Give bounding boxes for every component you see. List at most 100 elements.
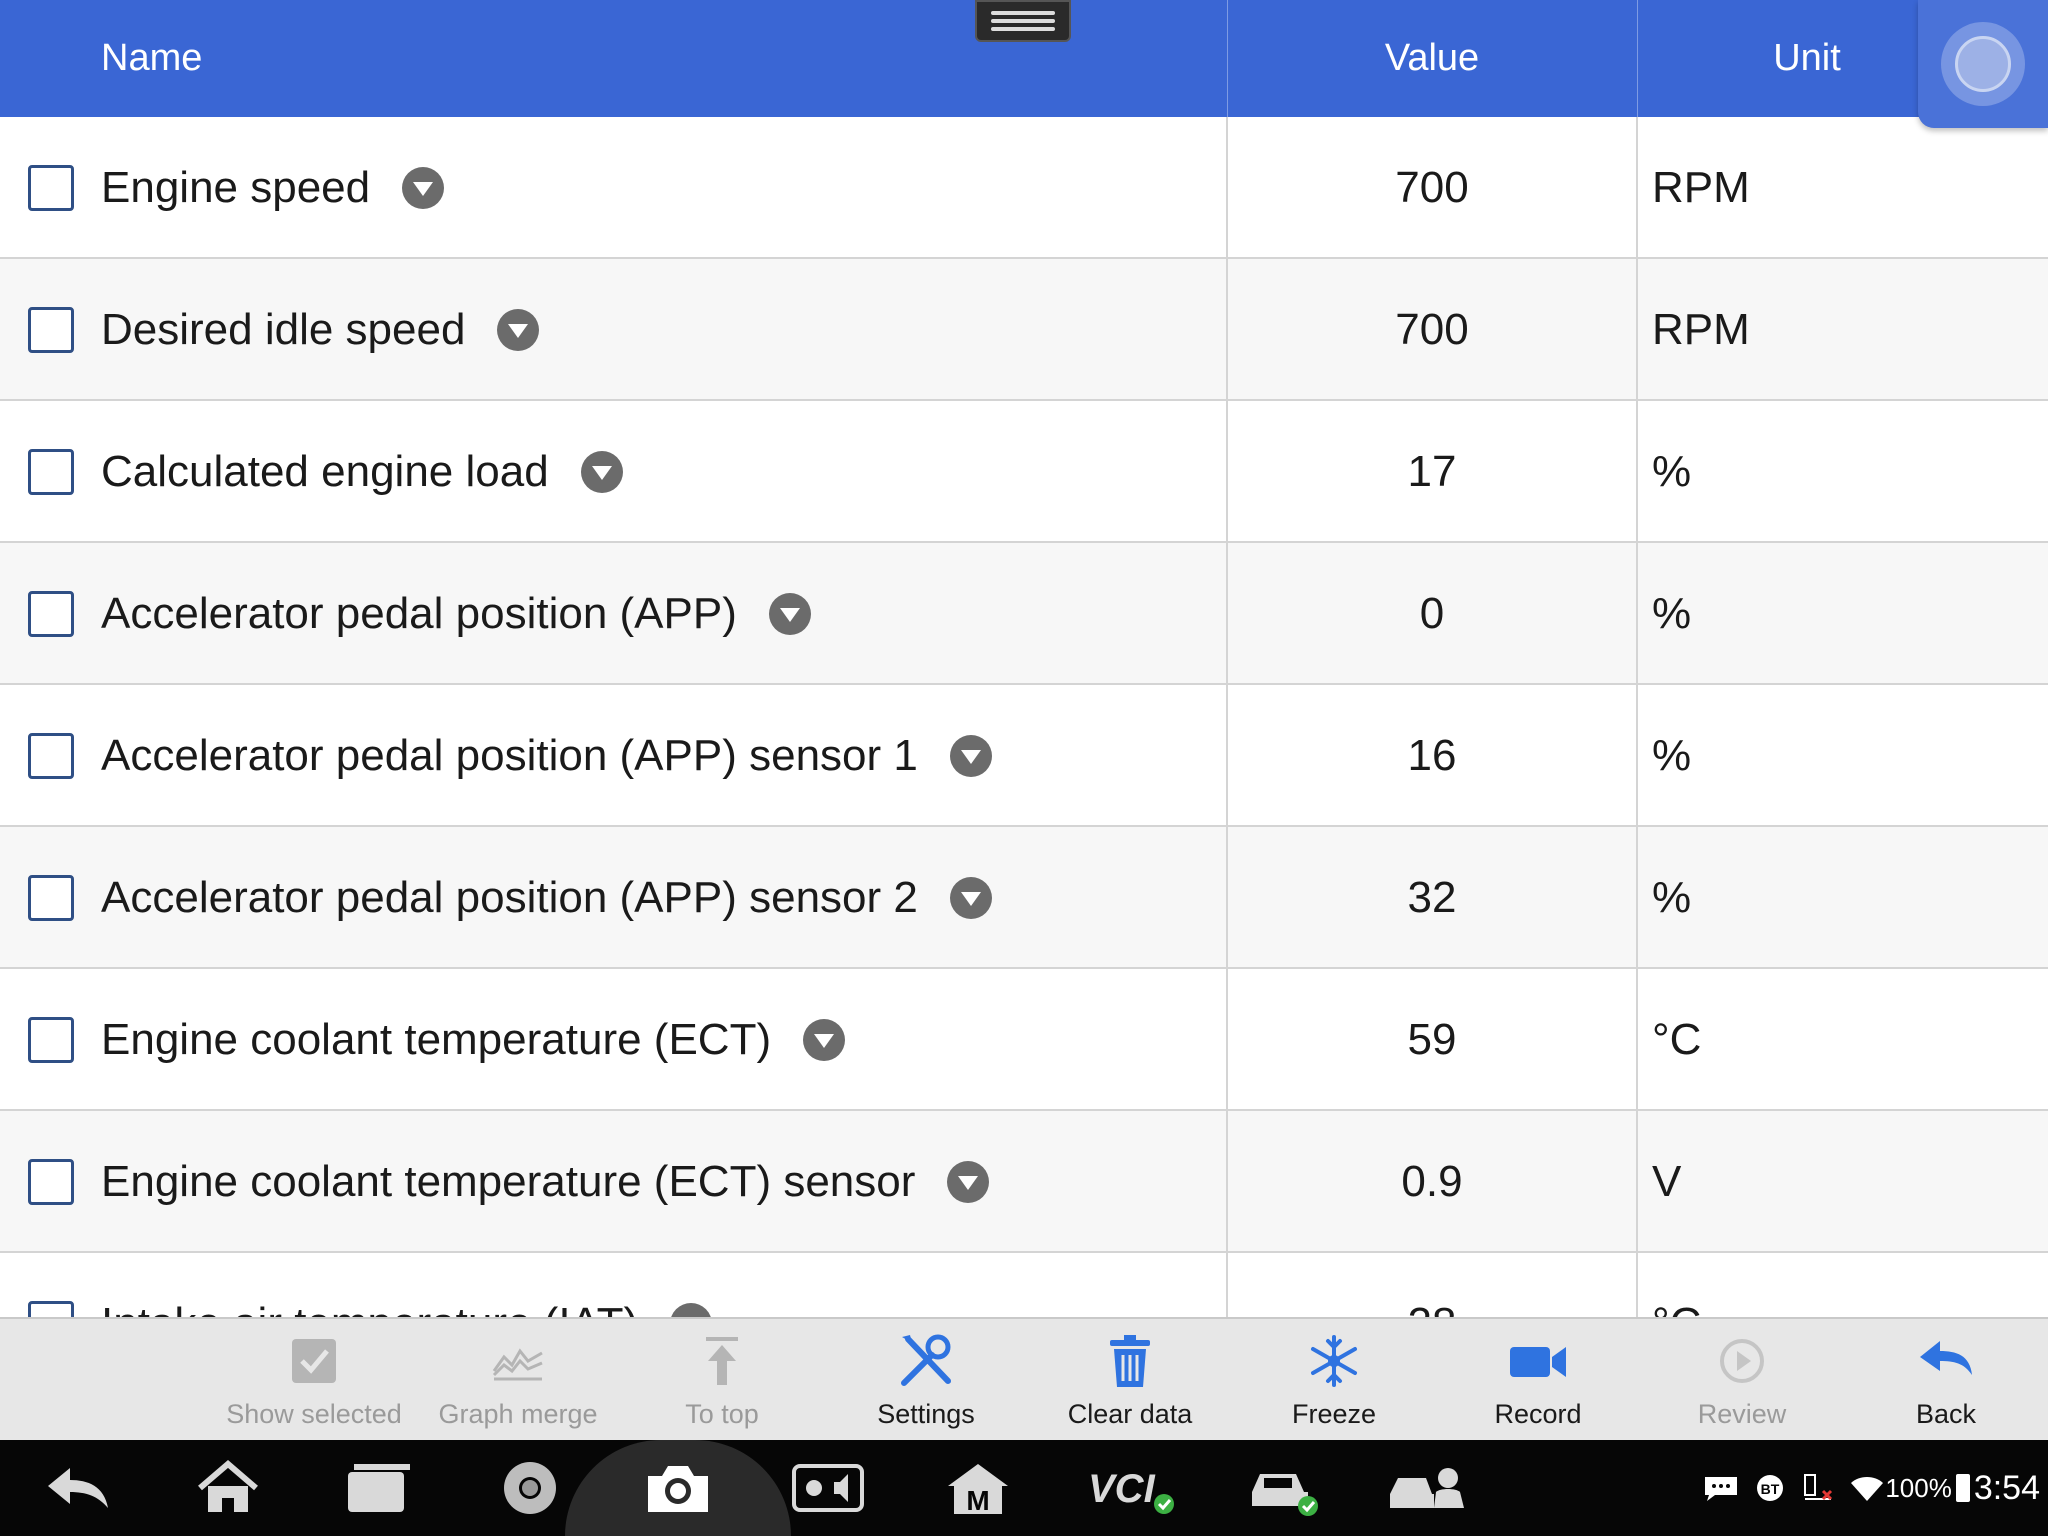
home-icon[interactable] xyxy=(192,1458,264,1518)
table-row[interactable]: Engine coolant temperature (ECT) sensor … xyxy=(0,1111,2048,1253)
nav-back-icon[interactable] xyxy=(42,1458,114,1518)
graph-icon xyxy=(492,1348,543,1381)
dropdown-arrow-icon[interactable] xyxy=(497,309,540,351)
table-row[interactable]: Accelerator pedal position (APP) 0 % xyxy=(0,543,2048,685)
parameter-name-cell: Engine speed xyxy=(101,117,445,259)
dropdown-arrow-icon[interactable] xyxy=(947,1161,990,1203)
pull-down-handle[interactable] xyxy=(975,0,1071,42)
parameter-unit: °C xyxy=(1652,1015,1702,1064)
parameter-name: Accelerator pedal position (APP) sensor … xyxy=(101,873,918,922)
value-column-header[interactable]: Value xyxy=(1227,0,1637,117)
row-checkbox[interactable] xyxy=(28,733,74,779)
table-row[interactable]: Intake air temperature (IAT) 28 °C xyxy=(0,1253,2048,1317)
back-button[interactable]: Back xyxy=(1844,1319,2048,1442)
svg-text:VCI: VCI xyxy=(1088,1467,1156,1511)
battery-icon xyxy=(1955,1474,1970,1502)
parameter-name: Engine coolant temperature (ECT) xyxy=(101,1015,772,1064)
dropdown-arrow-icon[interactable] xyxy=(949,877,992,919)
parameter-name-cell: Calculated engine load xyxy=(101,401,623,543)
parameter-name-cell: Accelerator pedal position (APP) xyxy=(101,543,811,685)
dropdown-arrow-icon[interactable] xyxy=(402,167,445,209)
screen: Name Value Unit Engine speed 700 RPM Des… xyxy=(0,0,2048,1536)
graph-merge-label: Graph merge xyxy=(438,1399,598,1429)
wifi-icon xyxy=(1851,1477,1884,1501)
review-button[interactable]: Review xyxy=(1640,1319,1844,1442)
dropdown-arrow-icon[interactable] xyxy=(580,451,623,493)
row-checkbox[interactable] xyxy=(28,875,74,921)
floating-assist-button[interactable] xyxy=(1918,0,2048,128)
parameter-unit: % xyxy=(1652,731,1692,780)
record-button[interactable]: Record xyxy=(1436,1319,1640,1442)
function-toolbar: Show selected Graph merge To top Setting… xyxy=(0,1317,2048,1440)
back-label: Back xyxy=(1915,1399,1977,1429)
parameter-value: 16 xyxy=(1407,731,1457,780)
table-row[interactable]: Engine speed 700 RPM xyxy=(0,117,2048,259)
arrow-to-top-icon xyxy=(706,1337,738,1385)
row-checkbox[interactable] xyxy=(28,165,74,211)
trash-icon xyxy=(1110,1335,1150,1387)
table-row[interactable]: Accelerator pedal position (APP) sensor … xyxy=(0,685,2048,827)
battery-percent: 100% xyxy=(1885,1472,1952,1503)
message-icon xyxy=(1705,1477,1738,1501)
table-row[interactable]: Engine coolant temperature (ECT) 59 °C xyxy=(0,969,2048,1111)
parameter-name: Desired idle speed xyxy=(101,305,466,354)
vehicle-connected-icon[interactable] xyxy=(1246,1458,1318,1518)
parameter-value: 59 xyxy=(1407,1015,1457,1064)
parameter-value: 0 xyxy=(1419,589,1445,638)
parameter-name-cell: Engine coolant temperature (ECT) xyxy=(101,969,846,1111)
maxisys-home-icon[interactable]: M xyxy=(942,1458,1014,1518)
row-checkbox[interactable] xyxy=(28,1301,74,1317)
parameter-value: 32 xyxy=(1407,873,1457,922)
settings-button[interactable]: Settings xyxy=(824,1319,1028,1442)
clock: 3:54 xyxy=(1973,1468,2040,1507)
live-data-table[interactable]: Engine speed 700 RPM Desired idle speed … xyxy=(0,117,2048,1317)
clear-data-label: Clear data xyxy=(1067,1399,1193,1429)
chrome-browser-icon[interactable] xyxy=(494,1458,566,1518)
row-checkbox[interactable] xyxy=(28,1159,74,1205)
clear-data-button[interactable]: Clear data xyxy=(1028,1319,1232,1442)
video-camera-icon xyxy=(1510,1347,1566,1377)
to-top-label: To top xyxy=(685,1399,759,1429)
show-selected-button[interactable]: Show selected xyxy=(212,1319,416,1442)
row-checkbox[interactable] xyxy=(28,307,74,353)
parameter-unit: % xyxy=(1652,447,1692,496)
svg-text:BT: BT xyxy=(1761,1481,1780,1497)
brightness-volume-icon[interactable] xyxy=(792,1458,864,1518)
review-label: Review xyxy=(1697,1399,1787,1429)
recent-apps-icon[interactable] xyxy=(342,1458,414,1518)
system-navigation-bar: M VCI BT 100% 3:54 xyxy=(0,1440,2048,1536)
parameter-name: Calculated engine load xyxy=(101,447,549,496)
network-disconnected-icon xyxy=(1804,1474,1833,1501)
assistive-touch-icon xyxy=(1955,36,2011,92)
table-row[interactable]: Accelerator pedal position (APP) sensor … xyxy=(0,827,2048,969)
play-circle-icon xyxy=(1720,1339,1764,1383)
snowflake-icon xyxy=(1311,1335,1357,1387)
parameter-name-cell: Accelerator pedal position (APP) sensor … xyxy=(101,685,992,827)
back-arrow-icon xyxy=(1920,1341,1972,1375)
camera-icon[interactable] xyxy=(642,1458,714,1518)
to-top-button[interactable]: To top xyxy=(620,1319,824,1442)
dropdown-arrow-icon[interactable] xyxy=(768,593,811,635)
record-label: Record xyxy=(1494,1399,1582,1429)
remote-expert-icon[interactable] xyxy=(1386,1458,1470,1518)
status-area[interactable]: BT 100% 3:54 xyxy=(1703,1440,2040,1536)
dropdown-arrow-icon[interactable] xyxy=(803,1019,846,1061)
dropdown-arrow-icon[interactable] xyxy=(949,735,992,777)
table-row[interactable]: Calculated engine load 17 % xyxy=(0,401,2048,543)
freeze-button[interactable]: Freeze xyxy=(1232,1319,1436,1442)
table-row[interactable]: Desired idle speed 700 RPM xyxy=(0,259,2048,401)
parameter-unit: RPM xyxy=(1652,305,1750,354)
parameter-name: Engine speed xyxy=(101,163,371,212)
row-checkbox[interactable] xyxy=(28,449,74,495)
parameter-unit: RPM xyxy=(1652,163,1750,212)
graph-merge-button[interactable]: Graph merge xyxy=(416,1319,620,1442)
parameter-name-cell: Intake air temperature (IAT) xyxy=(101,1253,713,1317)
name-column-header[interactable]: Name xyxy=(101,0,202,117)
dropdown-arrow-icon[interactable] xyxy=(670,1303,713,1317)
parameter-name-cell: Desired idle speed xyxy=(101,259,540,401)
parameter-name: Accelerator pedal position (APP) xyxy=(101,589,737,638)
row-checkbox[interactable] xyxy=(28,591,74,637)
freeze-label: Freeze xyxy=(1291,1399,1377,1429)
row-checkbox[interactable] xyxy=(28,1017,74,1063)
vci-connection-icon[interactable]: VCI xyxy=(1084,1458,1180,1518)
